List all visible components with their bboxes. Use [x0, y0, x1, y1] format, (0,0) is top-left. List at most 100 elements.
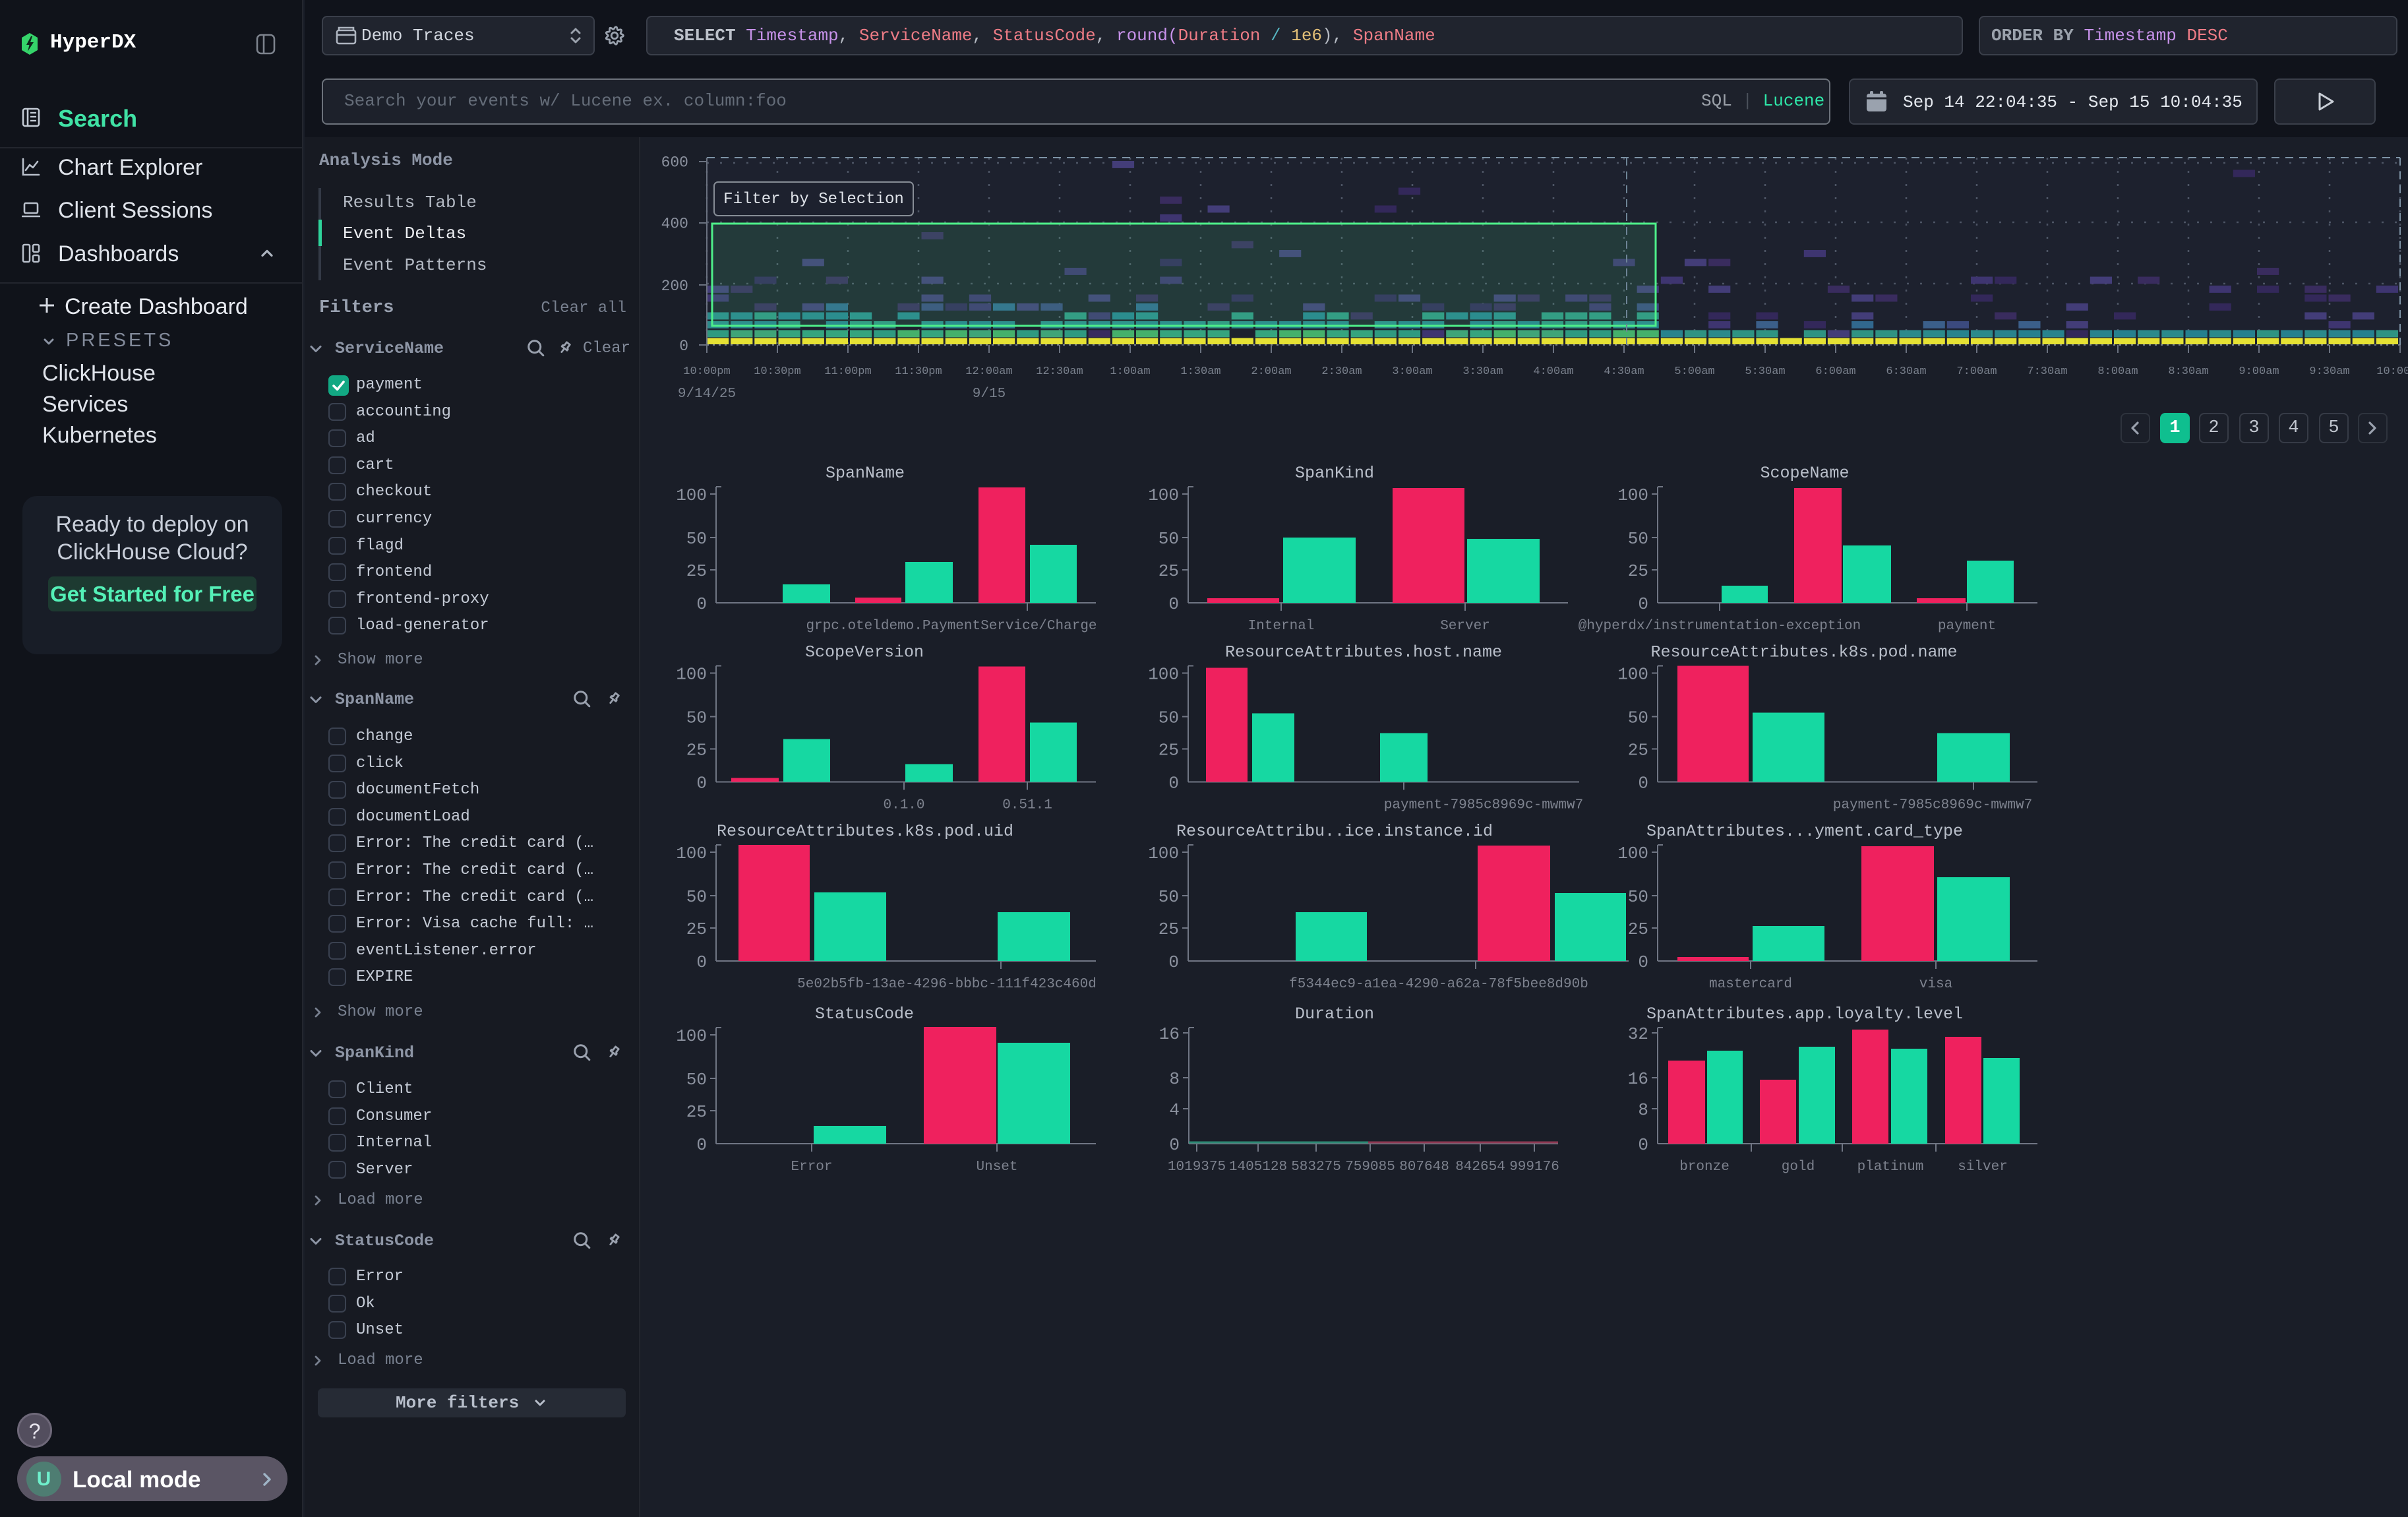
svg-text:100: 100	[1148, 665, 1179, 685]
svg-text:50: 50	[1159, 887, 1179, 907]
svg-text:2:00am: 2:00am	[1251, 365, 1291, 378]
svg-text:0: 0	[1638, 952, 1648, 972]
svg-text:bronze: bronze	[1679, 1160, 1730, 1175]
svg-text:16: 16	[1628, 1069, 1648, 1089]
svg-text:0: 0	[1169, 1135, 1180, 1155]
svg-text:ResourceAttribu..ice.instance.: ResourceAttribu..ice.instance.id	[1176, 822, 1493, 841]
svg-text:25: 25	[1628, 919, 1648, 939]
svg-text:8:00am: 8:00am	[2097, 365, 2138, 378]
svg-text:50: 50	[1159, 708, 1179, 728]
svg-text:4: 4	[1169, 1100, 1180, 1120]
svg-text:payment-7985c8969c-mwmw7: payment-7985c8969c-mwmw7	[1384, 798, 1583, 813]
svg-text:5e02b5fb-13ae-4296-bbbc-111f42: 5e02b5fb-13ae-4296-bbbc-111f423c460d	[797, 977, 1097, 992]
svg-text:583275: 583275	[1291, 1160, 1341, 1175]
svg-text:400: 400	[661, 216, 688, 233]
svg-text:2:30am: 2:30am	[1321, 365, 1362, 378]
svg-text:25: 25	[686, 919, 707, 939]
svg-text:12:00am: 12:00am	[965, 365, 1012, 378]
svg-text:0: 0	[696, 1135, 707, 1155]
svg-text:0: 0	[1638, 774, 1648, 793]
svg-text:100: 100	[1617, 485, 1648, 505]
svg-text:11:30pm: 11:30pm	[895, 365, 942, 378]
svg-text:10:30pm: 10:30pm	[754, 365, 800, 378]
svg-text:25: 25	[1628, 741, 1648, 760]
svg-text:SpanAttributes...yment.card_ty: SpanAttributes...yment.card_type	[1646, 822, 1963, 841]
svg-text:6:30am: 6:30am	[1886, 365, 1926, 378]
svg-text:1019375: 1019375	[1168, 1160, 1226, 1175]
svg-text:0: 0	[679, 338, 688, 355]
svg-text:@hyperdx/instrumentation-excep: @hyperdx/instrumentation-exception	[1579, 619, 1861, 634]
svg-text:0: 0	[696, 774, 707, 793]
svg-text:0.51.1: 0.51.1	[1002, 798, 1052, 813]
svg-text:4:00am: 4:00am	[1533, 365, 1573, 378]
svg-text:8: 8	[1638, 1100, 1648, 1120]
svg-text:50: 50	[686, 708, 707, 728]
svg-text:100: 100	[676, 844, 707, 863]
svg-text:50: 50	[1159, 529, 1179, 549]
svg-text:Server: Server	[1440, 619, 1490, 634]
svg-text:100: 100	[676, 1026, 707, 1046]
svg-text:grpc.oteldemo.PaymentService/C: grpc.oteldemo.PaymentService/Charge	[806, 619, 1097, 634]
svg-text:25: 25	[686, 1102, 707, 1122]
svg-text:SpanKind: SpanKind	[1295, 464, 1374, 483]
svg-text:10:00am: 10:00am	[2376, 365, 2408, 378]
svg-text:Internal: Internal	[1248, 619, 1315, 634]
svg-text:0: 0	[1168, 952, 1179, 972]
svg-text:gold: gold	[1782, 1160, 1815, 1175]
svg-text:SpanName: SpanName	[826, 464, 905, 483]
svg-text:7:00am: 7:00am	[1956, 365, 1997, 378]
svg-text:0: 0	[696, 952, 707, 972]
svg-text:f5344ec9-a1ea-4290-a62a-78f5be: f5344ec9-a1ea-4290-a62a-78f5bee8d90b	[1289, 977, 1588, 992]
svg-text:0.1.0: 0.1.0	[883, 798, 924, 813]
svg-text:StatusCode: StatusCode	[815, 1005, 914, 1024]
svg-text:100: 100	[1148, 844, 1179, 863]
svg-text:759085: 759085	[1345, 1160, 1395, 1175]
svg-text:platinum: platinum	[1857, 1160, 1924, 1175]
svg-text:8:30am: 8:30am	[2168, 365, 2208, 378]
svg-text:ResourceAttributes.k8s.pod.nam: ResourceAttributes.k8s.pod.name	[1650, 643, 1957, 662]
svg-text:1:00am: 1:00am	[1110, 365, 1150, 378]
svg-text:50: 50	[1628, 708, 1648, 728]
svg-text:9:00am: 9:00am	[2239, 365, 2279, 378]
svg-text:25: 25	[686, 561, 707, 581]
svg-text:50: 50	[1628, 887, 1648, 907]
svg-text:visa: visa	[1919, 977, 1952, 992]
svg-text:50: 50	[686, 1070, 707, 1090]
svg-text:mastercard: mastercard	[1709, 977, 1792, 992]
svg-text:25: 25	[1628, 561, 1648, 581]
svg-text:0: 0	[1168, 774, 1179, 793]
svg-text:50: 50	[686, 529, 707, 549]
svg-text:8: 8	[1169, 1069, 1180, 1089]
svg-text:100: 100	[1617, 665, 1648, 685]
svg-text:silver: silver	[1958, 1160, 2008, 1175]
svg-text:payment-7985c8969c-mwmw7: payment-7985c8969c-mwmw7	[1833, 798, 2032, 813]
svg-text:100: 100	[676, 665, 707, 685]
svg-text:6:00am: 6:00am	[1815, 365, 1855, 378]
svg-text:807648: 807648	[1399, 1160, 1449, 1175]
svg-text:100: 100	[1148, 485, 1179, 505]
svg-text:3:30am: 3:30am	[1462, 365, 1503, 378]
svg-text:Duration: Duration	[1295, 1005, 1374, 1024]
svg-text:payment: payment	[1938, 619, 1996, 634]
svg-text:25: 25	[1159, 919, 1179, 939]
svg-text:25: 25	[1159, 741, 1179, 760]
svg-text:SpanAttributes.app.loyalty.lev: SpanAttributes.app.loyalty.level	[1646, 1005, 1963, 1024]
svg-text:ScopeVersion: ScopeVersion	[805, 643, 924, 662]
svg-text:4:30am: 4:30am	[1604, 365, 1644, 378]
svg-text:11:00pm: 11:00pm	[824, 365, 871, 378]
svg-text:50: 50	[1628, 529, 1648, 549]
svg-text:ResourceAttributes.k8s.pod.uid: ResourceAttributes.k8s.pod.uid	[717, 822, 1013, 841]
svg-text:100: 100	[676, 485, 707, 505]
svg-text:50: 50	[686, 887, 707, 907]
svg-text:16: 16	[1159, 1024, 1180, 1044]
svg-text:25: 25	[686, 741, 707, 760]
svg-text:Unset: Unset	[976, 1160, 1017, 1175]
svg-text:10:00pm: 10:00pm	[683, 365, 730, 378]
svg-text:600: 600	[661, 154, 688, 171]
svg-text:1:30am: 1:30am	[1180, 365, 1220, 378]
svg-text:7:30am: 7:30am	[2027, 365, 2067, 378]
svg-text:ScopeName: ScopeName	[1760, 464, 1849, 483]
svg-text:200: 200	[661, 278, 688, 295]
svg-text:999176: 999176	[1509, 1160, 1559, 1175]
svg-text:9/15: 9/15	[973, 387, 1006, 402]
